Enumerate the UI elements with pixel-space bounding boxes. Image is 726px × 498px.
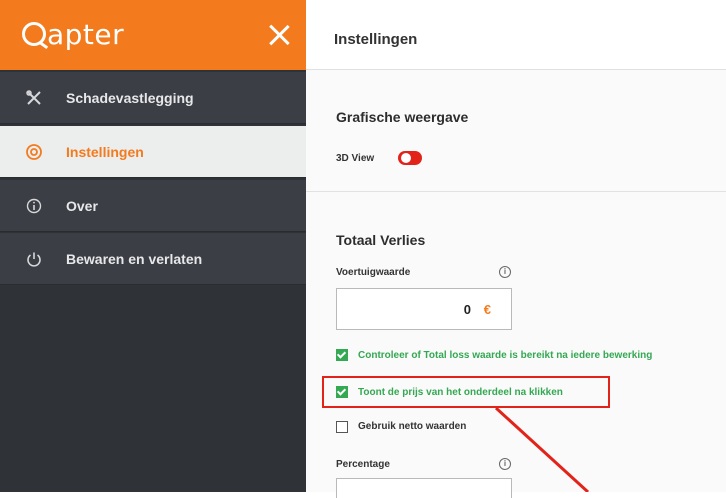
sidebar-item-label: Instellingen bbox=[66, 143, 144, 160]
power-icon bbox=[24, 249, 44, 269]
annotation-arrow bbox=[494, 406, 590, 492]
settings-icon bbox=[24, 142, 44, 162]
sidebar-item-label: Over bbox=[66, 197, 98, 214]
sidebar-item-label: Bewaren en verlaten bbox=[66, 250, 203, 267]
logo-q-icon bbox=[22, 22, 46, 46]
sidebar-item-bewaren[interactable]: Bewaren en verlaten bbox=[0, 233, 306, 285]
sidebar-item-schadevastlegging[interactable]: Schadevastlegging bbox=[0, 72, 306, 124]
tools-icon bbox=[24, 88, 44, 108]
main-panel: Instellingen Grafische weergave 3D View … bbox=[306, 0, 726, 498]
close-icon[interactable] bbox=[266, 22, 292, 48]
sidebar-item-label: Schadevastlegging bbox=[66, 89, 194, 106]
brand-header: apter bbox=[0, 0, 306, 70]
info-icon bbox=[24, 196, 44, 216]
sidebar: apter Schadevastlegging Instellingen Ove… bbox=[0, 0, 306, 492]
qapter-logo: apter bbox=[22, 18, 124, 51]
sidebar-item-over[interactable]: Over bbox=[0, 180, 306, 232]
logo-text: apter bbox=[47, 18, 125, 51]
sidebar-item-instellingen[interactable]: Instellingen bbox=[0, 126, 306, 178]
